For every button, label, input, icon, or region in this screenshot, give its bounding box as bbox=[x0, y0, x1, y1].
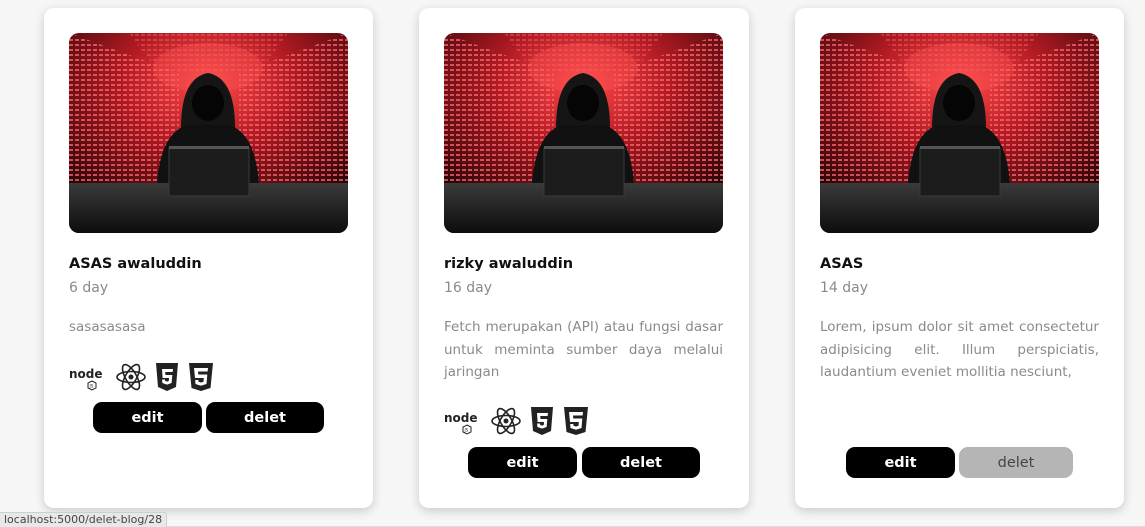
blog-age: 16 day bbox=[444, 280, 493, 296]
svg-text:JS: JS bbox=[89, 384, 94, 389]
tech-icons: node JS bbox=[69, 362, 215, 392]
svg-text:JS: JS bbox=[464, 428, 469, 433]
nodejs-icon: node JS bbox=[444, 411, 478, 435]
blog-card: ASAS 14 day Lorem, ipsum dolor sit amet … bbox=[795, 8, 1124, 508]
browser-status-bar: localhost:5000/delet-blog/28 bbox=[0, 512, 168, 527]
react-icon bbox=[491, 407, 521, 435]
css3-icon bbox=[189, 363, 213, 391]
blog-description: sasasasasa bbox=[69, 319, 146, 335]
tech-icons: node JS bbox=[444, 406, 590, 436]
edit-button[interactable]: edit bbox=[93, 402, 202, 433]
svg-text:node: node bbox=[444, 411, 478, 425]
blog-age: 6 day bbox=[69, 280, 109, 296]
blog-title[interactable]: ASAS awaluddin bbox=[69, 256, 202, 272]
svg-text:node: node bbox=[69, 367, 103, 381]
blog-card: ASAS awaluddin 6 day sasasasasa node JS … bbox=[44, 8, 373, 508]
delete-button[interactable]: delet bbox=[959, 447, 1073, 478]
blog-thumbnail bbox=[69, 33, 348, 233]
blog-title[interactable]: rizky awaluddin bbox=[444, 256, 573, 272]
css3-icon bbox=[564, 407, 588, 435]
blog-age: 14 day bbox=[820, 280, 869, 296]
blog-description: Fetch merupakan (API) atau fungsi dasar … bbox=[444, 319, 723, 380]
html5-icon bbox=[531, 407, 553, 435]
blog-card: rizky awaluddin 16 day Fetch merupakan (… bbox=[419, 8, 749, 508]
delete-button[interactable]: delet bbox=[582, 447, 700, 478]
blog-thumbnail bbox=[820, 33, 1099, 233]
delete-button[interactable]: delet bbox=[206, 402, 324, 433]
blog-title[interactable]: ASAS bbox=[820, 256, 863, 272]
html5-icon bbox=[156, 363, 178, 391]
nodejs-icon: node JS bbox=[69, 367, 103, 391]
blog-description: Lorem, ipsum dolor sit amet consectetur … bbox=[820, 319, 1099, 380]
react-icon bbox=[116, 363, 146, 391]
edit-button[interactable]: edit bbox=[846, 447, 955, 478]
blog-thumbnail bbox=[444, 33, 723, 233]
edit-button[interactable]: edit bbox=[468, 447, 577, 478]
